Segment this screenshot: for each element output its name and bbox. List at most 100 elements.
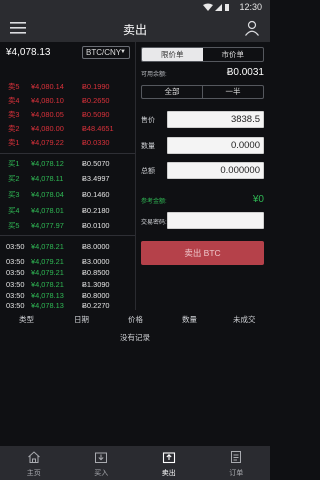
trade-time: 03:50 xyxy=(6,242,25,251)
tab-market-order[interactable]: 市价单 xyxy=(203,48,264,61)
total-field: 总额 xyxy=(141,162,264,179)
quantity-input[interactable] xyxy=(167,137,264,154)
trade-qty: Ƀ0.8500 xyxy=(82,268,110,277)
ask-label: 卖4 xyxy=(8,96,20,105)
reference-label: 参考金额: xyxy=(141,199,167,205)
bid-label: 买1 xyxy=(8,159,20,168)
ask-price: ¥4,080.14 xyxy=(31,82,64,91)
status-time: 12:30 xyxy=(239,2,262,12)
bid-qty: Ƀ3.4997 xyxy=(82,174,110,183)
bid-row[interactable]: 买3 ¥4,078.04 Ƀ0.1460 xyxy=(0,189,135,200)
pair-label: BTC/CNY xyxy=(86,48,122,57)
ask-label: 卖3 xyxy=(8,110,20,119)
ask-price: ¥4,079.22 xyxy=(31,138,64,147)
bid-label: 买5 xyxy=(8,221,20,230)
bid-qty: Ƀ0.2180 xyxy=(82,206,110,215)
nav-home[interactable]: 主页 xyxy=(0,446,68,480)
bid-row[interactable]: 买4 ¥4,078.01 Ƀ0.2180 xyxy=(0,205,135,216)
nav-sell-label: 卖出 xyxy=(161,470,176,477)
available-label: 可用余额: xyxy=(141,72,167,78)
trade-price: ¥4,078.21 xyxy=(31,242,64,251)
nav-buy[interactable]: 买入 xyxy=(68,446,136,480)
trade-row: 03:50 ¥4,078.21 Ƀ8.0000 xyxy=(0,241,135,252)
ask-label: 卖2 xyxy=(8,124,20,133)
bid-price: ¥4,078.04 xyxy=(31,190,64,199)
trade-price: ¥4,079.21 xyxy=(31,268,64,277)
bid-price: ¥4,078.12 xyxy=(31,159,64,168)
trade-price: ¥4,079.21 xyxy=(31,257,64,266)
nav-home-label: 主页 xyxy=(26,470,41,477)
available-balance: 可用余额: Ƀ0.0031 xyxy=(141,67,264,79)
nav-buy-label: 买入 xyxy=(94,470,109,477)
reference-amount: 参考金额: ¥0 xyxy=(141,194,264,206)
ask-label: 卖5 xyxy=(8,82,20,91)
price-field: 售价 xyxy=(141,111,264,128)
ask-qty: Ƀ0.1990 xyxy=(82,82,110,91)
bid-row[interactable]: 买1 ¥4,078.12 Ƀ0.5070 xyxy=(0,158,135,169)
ask-row[interactable]: 卖5 ¥4,080.14 Ƀ0.1990 xyxy=(0,81,135,92)
last-price: ¥4,078.13 xyxy=(6,47,51,58)
col-price: 价格 xyxy=(128,315,143,324)
bid-price: ¥4,078.01 xyxy=(31,206,64,215)
home-icon xyxy=(27,451,40,463)
orders-empty-text: 没有记录 xyxy=(120,333,150,342)
col-quantity: 数量 xyxy=(182,315,197,324)
trade-row: 03:50 ¥4,078.13 Ƀ0.2270 xyxy=(0,300,135,311)
nav-sell[interactable]: 卖出 xyxy=(135,446,203,480)
trade-qty: Ƀ0.2270 xyxy=(82,301,110,310)
trade-qty: Ƀ8.0000 xyxy=(82,242,110,251)
nav-orders[interactable]: 订单 xyxy=(203,446,271,480)
app-bar: 卖出 xyxy=(0,15,270,42)
trade-time: 03:50 xyxy=(6,301,25,310)
user-icon[interactable] xyxy=(244,20,260,36)
ask-row[interactable]: 卖3 ¥4,080.05 Ƀ0.5090 xyxy=(0,109,135,120)
col-type: 类型 xyxy=(19,315,34,324)
trade-password-input[interactable] xyxy=(167,212,264,229)
trade-time: 03:50 xyxy=(6,268,25,277)
chevron-down-icon: ▼ xyxy=(120,49,126,55)
signal-icons xyxy=(202,3,230,14)
col-date: 日期 xyxy=(74,315,89,324)
bid-qty: Ƀ0.0100 xyxy=(82,221,110,230)
amount-presets: 全部 一半 xyxy=(141,85,264,99)
order-type-toggle: 限价单 市价单 xyxy=(141,47,264,62)
ask-row[interactable]: 卖2 ¥4,080.00 Ƀ48.4651 xyxy=(0,123,135,134)
trade-price: ¥4,078.21 xyxy=(31,280,64,289)
sell-btc-button[interactable]: 卖出 BTC xyxy=(141,241,264,265)
trade-price: ¥4,078.13 xyxy=(31,301,64,310)
trade-password-label: 交易密码: xyxy=(141,220,167,226)
bid-price: ¥4,077.97 xyxy=(31,221,64,230)
price-input[interactable] xyxy=(167,111,264,128)
ask-price: ¥4,080.00 xyxy=(31,124,64,133)
bid-label: 买4 xyxy=(8,206,20,215)
trades-divider xyxy=(0,235,135,236)
ask-qty: Ƀ0.2650 xyxy=(82,96,110,105)
all-button[interactable]: 全部 xyxy=(142,86,203,98)
trade-row: 03:50 ¥4,079.21 Ƀ0.8500 xyxy=(0,267,135,278)
ask-row[interactable]: 卖4 ¥4,080.10 Ƀ0.2650 xyxy=(0,95,135,106)
ask-qty: Ƀ0.0330 xyxy=(82,138,110,147)
half-button[interactable]: 一半 xyxy=(203,86,263,98)
trade-password-field: 交易密码: xyxy=(141,212,264,229)
ask-qty: Ƀ0.5090 xyxy=(82,110,110,119)
trade-qty: Ƀ3.0000 xyxy=(82,257,110,266)
ask-row[interactable]: 卖1 ¥4,079.22 Ƀ0.0330 xyxy=(0,137,135,148)
quantity-field: 数量 xyxy=(141,137,264,154)
reference-value: ¥0 xyxy=(252,194,264,205)
trade-time: 03:50 xyxy=(6,280,25,289)
quantity-label: 数量 xyxy=(141,143,155,150)
trade-row: 03:50 ¥4,079.21 Ƀ3.0000 xyxy=(0,256,135,267)
tab-limit-order[interactable]: 限价单 xyxy=(142,48,203,61)
page-title: 卖出 xyxy=(122,23,147,37)
pair-selector[interactable]: BTC/CNY ▼ xyxy=(82,46,130,59)
orders-icon xyxy=(231,451,242,463)
total-input[interactable] xyxy=(167,162,264,179)
status-bar: 12:30 xyxy=(0,0,270,15)
nav-orders-label: 订单 xyxy=(229,470,244,477)
bid-row[interactable]: 买5 ¥4,077.97 Ƀ0.0100 xyxy=(0,220,135,231)
book-divider xyxy=(0,153,135,154)
bid-row[interactable]: 买2 ¥4,078.11 Ƀ3.4997 xyxy=(0,173,135,184)
orders-header: 类型 日期 价格 数量 未成交 xyxy=(0,312,270,324)
bid-qty: Ƀ0.1460 xyxy=(82,190,110,199)
bottom-nav: 主页 买入 卖出 订单 xyxy=(0,446,270,480)
